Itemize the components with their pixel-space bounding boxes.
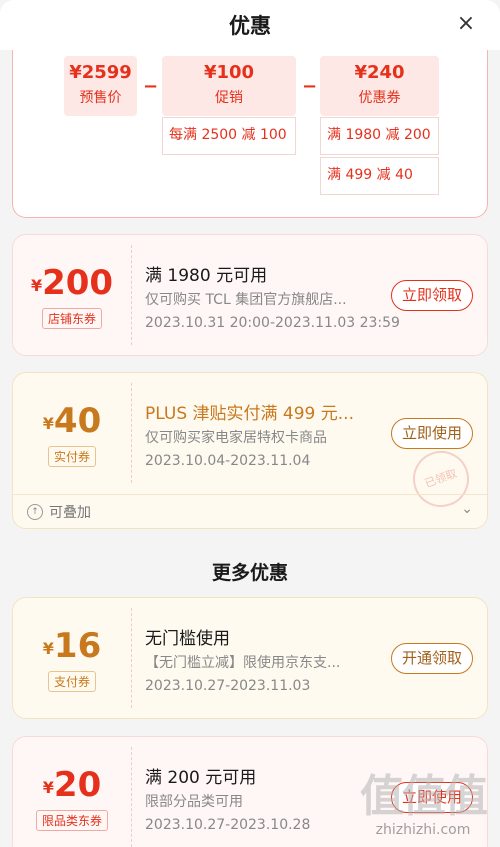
currency-symbol: ¥ — [42, 778, 54, 797]
minus-sign: − — [302, 76, 318, 97]
coupon-card: ¥40 实付券 PLUS 津贴实付满 499 元... 仅可购买家电家居特权卡商… — [12, 372, 488, 529]
coupon-sheet: 优惠 × ¥2599 预售价 − ¥100 促销 − ¥240 优惠券 每满 2… — [0, 0, 500, 847]
coupon-label: 优惠券 — [358, 90, 401, 106]
coupon-title: 无门槛使用 — [145, 629, 230, 649]
use-button[interactable]: 立即使用 — [390, 418, 473, 449]
watermark-url: zhizhizhi.com — [375, 822, 471, 838]
more-offers-title: 更多优惠 — [211, 562, 288, 584]
stackable-label: 可叠加 — [49, 505, 91, 521]
currency-symbol: ¥ — [42, 414, 54, 433]
presale-price-box: ¥2599 预售价 — [64, 56, 137, 116]
sheet-title: 优惠 — [229, 14, 271, 38]
watermark-logo: 值值值 — [360, 771, 488, 822]
coupon-type-tag: 支付券 — [47, 671, 97, 692]
coupon-type-tag: 限品类东券 — [35, 810, 109, 831]
coupon-validity: 2023.10.27-2023.10.28 — [145, 817, 311, 833]
coupon-amount-area: ¥16 支付券 — [13, 598, 131, 718]
divider — [131, 747, 132, 847]
stack-icon: ↑ — [27, 504, 43, 520]
presale-price-value: ¥2599 — [69, 62, 132, 83]
coupon-description: 【无门槛立减】限使用京东支... — [145, 655, 341, 671]
coupon-value: 20 — [53, 765, 102, 805]
coupon-title: 满 200 元可用 — [145, 768, 257, 788]
coupon-amount: ¥200 — [13, 263, 131, 303]
coupon-card: ¥16 支付券 无门槛使用 【无门槛立减】限使用京东支... 2023.10.2… — [12, 597, 488, 719]
coupon-validity: 2023.10.31 20:00-2023.11.03 23:59 — [145, 315, 400, 331]
coupon-value: 16 — [53, 626, 102, 666]
price-breakdown: ¥2599 预售价 − ¥100 促销 − ¥240 优惠券 每满 2500 减… — [12, 50, 488, 218]
divider — [131, 245, 132, 345]
chevron-down-icon[interactable]: ⌄ — [461, 501, 473, 517]
promo-value: ¥100 — [203, 62, 255, 83]
presale-price-label: 预售价 — [79, 90, 122, 106]
coupon-description: 限部分品类可用 — [145, 794, 243, 810]
coupon-type-tag: 实付券 — [47, 446, 97, 467]
coupon-description: 仅可购买 TCL 集团官方旗舰店... — [145, 292, 347, 308]
coupon-rule: 满 1980 减 200 — [320, 117, 439, 155]
divider — [131, 608, 132, 708]
claim-button[interactable]: 立即领取 — [390, 280, 473, 311]
coupon-box: ¥240 优惠券 — [320, 56, 439, 116]
promo-label: 促销 — [215, 90, 243, 106]
coupon-rule: 满 499 减 40 — [320, 157, 439, 195]
coupon-value: ¥240 — [354, 62, 405, 83]
coupon-amount: ¥16 — [13, 626, 131, 666]
coupon-validity: 2023.10.27-2023.11.03 — [145, 678, 311, 694]
coupon-title: 满 1980 元可用 — [145, 266, 268, 286]
coupon-amount-area: ¥200 店铺东券 — [13, 235, 131, 355]
coupon-value: 40 — [53, 401, 102, 441]
coupon-validity: 2023.10.04-2023.11.04 — [145, 453, 311, 469]
divider — [131, 383, 132, 483]
currency-symbol: ¥ — [42, 639, 54, 658]
coupon-amount-area: ¥40 实付券 — [13, 373, 131, 493]
close-icon[interactable]: × — [454, 12, 478, 36]
minus-sign: − — [143, 76, 159, 97]
site-watermark: 值值值 zhizhizhi.com — [360, 760, 488, 838]
promo-rule: 每满 2500 减 100 — [162, 117, 296, 155]
coupon-value: 200 — [42, 263, 114, 303]
coupon-amount: ¥40 — [13, 401, 131, 441]
currency-symbol: ¥ — [30, 276, 43, 295]
promo-box: ¥100 促销 — [162, 56, 296, 116]
coupon-amount: ¥20 — [13, 765, 131, 805]
coupon-title: PLUS 津贴实付满 499 元... — [145, 404, 354, 424]
coupon-card: ¥200 店铺东券 满 1980 元可用 仅可购买 TCL 集团官方旗舰店...… — [12, 234, 488, 356]
activate-claim-button[interactable]: 开通领取 — [390, 643, 473, 674]
stackable-row[interactable]: ↑ 可叠加 ⌄ — [13, 494, 487, 528]
coupon-description: 仅可购买家电家居特权卡商品 — [145, 430, 327, 446]
coupon-type-tag: 店铺东券 — [41, 308, 103, 329]
coupon-amount-area: ¥20 限品类东券 — [13, 737, 131, 847]
sheet-header: 优惠 × — [0, 0, 500, 50]
